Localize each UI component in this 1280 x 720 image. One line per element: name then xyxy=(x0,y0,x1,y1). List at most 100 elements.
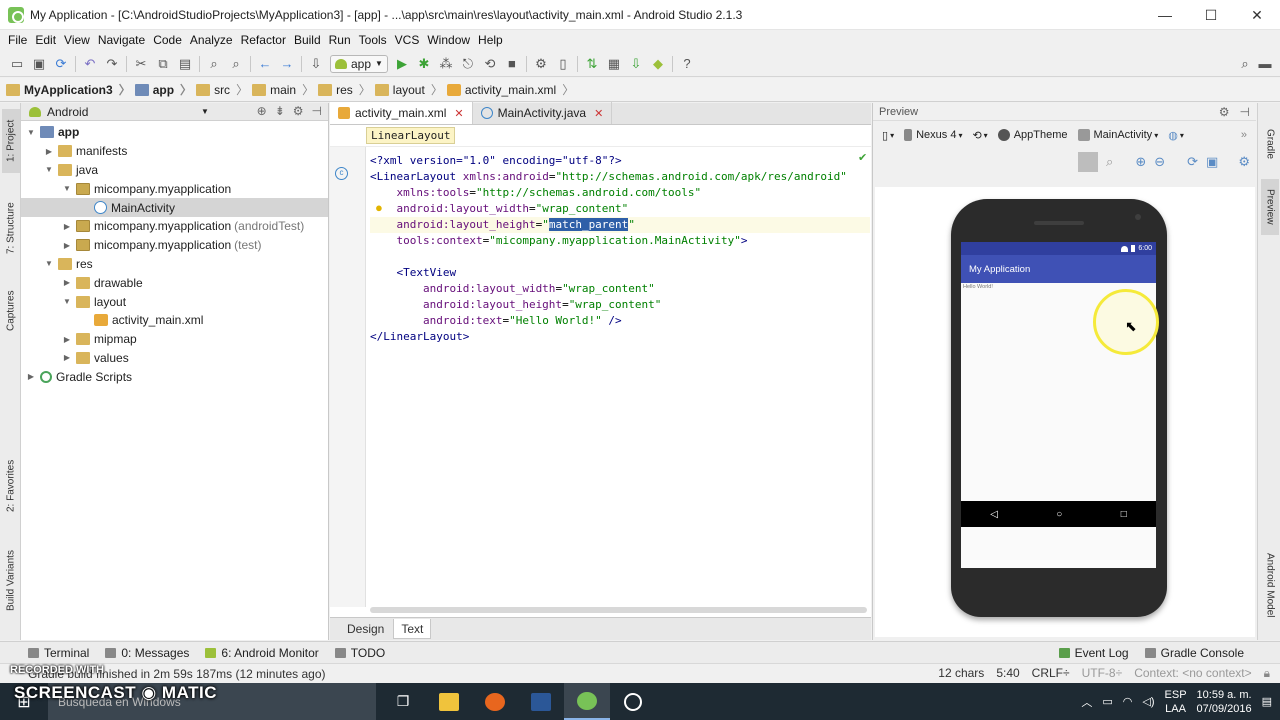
maximize-button[interactable]: ☐ xyxy=(1188,0,1234,30)
tree-item[interactable]: ▶ micompany.myapplication (androidTest) xyxy=(21,217,328,236)
class-gutter-icon[interactable]: c xyxy=(335,167,348,180)
tree-item[interactable]: ▶ manifests xyxy=(21,142,328,161)
run-icon[interactable]: ▶ xyxy=(391,54,413,74)
settings-icon[interactable]: ⚙ xyxy=(1238,154,1250,170)
android-model-tool-button[interactable]: Android Model xyxy=(1261,539,1279,631)
expand-icon[interactable]: ▬ xyxy=(1254,54,1276,74)
tree-item[interactable]: ▼ layout xyxy=(21,292,328,311)
menu-build[interactable]: Build xyxy=(290,33,325,47)
run-config-select[interactable]: app ▼ xyxy=(330,54,388,73)
structure-tool-button[interactable]: 7: Structure xyxy=(2,189,20,267)
todo-button[interactable]: TODO xyxy=(327,646,393,660)
menu-view[interactable]: View xyxy=(60,33,94,47)
stop-icon[interactable]: ■ xyxy=(501,54,523,74)
gradle-tool-button[interactable]: Gradle xyxy=(1261,121,1279,167)
tree-item[interactable]: ▼ app xyxy=(21,123,328,142)
context-indicator[interactable]: Context: <no context> xyxy=(1134,666,1251,681)
gear-icon[interactable]: ⚙ xyxy=(1219,105,1230,119)
tree-item[interactable]: ▼ java xyxy=(21,161,328,180)
build-variants-tool-button[interactable]: Build Variants xyxy=(2,541,20,621)
file-encoding[interactable]: UTF-8÷ xyxy=(1082,666,1123,681)
tree-item[interactable]: ▶ values xyxy=(21,349,328,368)
preview-tool-button[interactable]: Preview xyxy=(1261,179,1279,235)
cut-icon[interactable]: ✂ xyxy=(130,54,152,74)
rerun-icon[interactable]: ⟲ xyxy=(479,54,501,74)
zoom-fit-icon[interactable]: ⌕ xyxy=(1106,154,1113,170)
gradle-console-button[interactable]: Gradle Console xyxy=(1137,646,1280,660)
locale-selector[interactable]: ◍ ▾ xyxy=(1165,125,1187,145)
menu-code[interactable]: Code xyxy=(149,33,186,47)
menu-refactor[interactable]: Refactor xyxy=(237,33,290,47)
gradle-sync-icon[interactable]: ⇅ xyxy=(581,54,603,74)
windows-start-icon[interactable]: ⊞ xyxy=(0,683,48,720)
lock-icon[interactable]: 🔒︎ xyxy=(1264,666,1270,681)
toggle-preview-icon[interactable] xyxy=(1078,152,1099,172)
language-indicator[interactable]: ESP LAA xyxy=(1165,688,1187,716)
copy-icon[interactable]: ⧉ xyxy=(152,54,174,74)
attach-debugger-icon[interactable]: ⎋ xyxy=(457,54,479,74)
word-button[interactable] xyxy=(518,683,564,720)
collapsed-arrow-icon[interactable]: ▶ xyxy=(61,353,73,362)
collapsed-arrow-icon[interactable]: ▶ xyxy=(61,222,73,231)
tree-item[interactable]: ▶ Gradle Scripts xyxy=(21,367,328,386)
expanded-arrow-icon[interactable]: ▼ xyxy=(25,128,37,137)
orientation-selector[interactable]: ⟲ ▾ xyxy=(969,125,990,145)
taskbar-search[interactable]: Búsqueda en Windows xyxy=(48,683,376,720)
sdk-manager-icon[interactable]: ⇩ xyxy=(625,54,647,74)
close-button[interactable]: ✕ xyxy=(1234,0,1280,30)
captures-tool-button[interactable]: Captures xyxy=(2,281,20,341)
tree-item[interactable]: MainActivity xyxy=(21,198,328,217)
minimize-button[interactable]: — xyxy=(1142,0,1188,30)
tree-item[interactable]: activity_main.xml xyxy=(21,311,328,330)
breadcrumb-app[interactable]: app 〉 xyxy=(134,81,196,98)
event-log-button[interactable]: Event Log xyxy=(1051,646,1137,660)
make-project-icon[interactable]: ⇩ xyxy=(305,54,327,74)
collapsed-arrow-icon[interactable]: ▶ xyxy=(61,241,73,250)
menu-analyze[interactable]: Analyze xyxy=(186,33,237,47)
more-options-icon[interactable]: » xyxy=(1238,125,1250,145)
menu-run[interactable]: Run xyxy=(325,33,355,47)
tree-item[interactable]: ▶ micompany.myapplication (test) xyxy=(21,236,328,255)
replace-icon[interactable]: ⌕ xyxy=(225,54,247,74)
file-explorer-button[interactable] xyxy=(426,683,472,720)
device-selector[interactable]: Nexus 4 ▾ xyxy=(901,125,965,145)
device-icon[interactable]: ▯ xyxy=(552,54,574,74)
breadcrumb-project[interactable]: MyApplication3 〉 xyxy=(6,81,135,98)
open-folder-icon[interactable]: ▭ xyxy=(6,54,28,74)
back-icon[interactable]: ← xyxy=(254,54,276,74)
network-icon[interactable]: ▭ xyxy=(1102,695,1112,708)
theme-selector[interactable]: AppTheme xyxy=(995,125,1071,145)
debug-icon[interactable]: ✱ xyxy=(413,54,435,74)
firefox-button[interactable] xyxy=(472,683,518,720)
tree-item[interactable]: ▼ micompany.myapplication xyxy=(21,179,328,198)
collapsed-arrow-icon[interactable]: ▶ xyxy=(25,372,37,381)
messages-button[interactable]: 0: Messages xyxy=(97,646,197,660)
breadcrumb-main[interactable]: main 〉 xyxy=(252,81,318,98)
tab-main-activity[interactable]: MainActivity.java ✕ xyxy=(473,102,613,124)
undo-icon[interactable]: ↶ xyxy=(79,54,101,74)
refresh-icon[interactable]: ⟳ xyxy=(1187,154,1198,170)
breadcrumb-file[interactable]: activity_main.xml 〉 xyxy=(446,81,578,98)
favorites-tool-button[interactable]: 2: Favorites xyxy=(2,451,20,521)
hide-panel-icon[interactable]: ⊣ xyxy=(312,104,322,118)
menu-file[interactable]: File xyxy=(4,33,31,47)
paste-icon[interactable]: ▤ xyxy=(174,54,196,74)
code-area[interactable]: <?xml version="1.0" encoding="utf-8"?> <L… xyxy=(370,153,870,345)
project-structure-icon[interactable]: ⚙ xyxy=(530,54,552,74)
tree-item[interactable]: ▶ drawable xyxy=(21,273,328,292)
project-view-selector[interactable]: Android ▼ ⊕ ⇟ ⚙ ⊣ xyxy=(21,103,328,121)
expanded-arrow-icon[interactable]: ▼ xyxy=(43,165,55,174)
zoom-in-icon[interactable]: ⊕ xyxy=(1135,154,1146,170)
avd-manager-icon[interactable]: ▦ xyxy=(603,54,625,74)
close-tab-icon[interactable]: ✕ xyxy=(454,107,463,120)
help-icon[interactable]: ? xyxy=(676,54,698,74)
coverage-icon[interactable]: ⁂ xyxy=(435,54,457,74)
configuration-selector[interactable]: ▯ ▾ xyxy=(879,125,897,145)
menu-window[interactable]: Window xyxy=(423,33,474,47)
android-studio-taskbar-button[interactable] xyxy=(564,683,610,720)
find-icon[interactable]: ⌕ xyxy=(203,54,225,74)
breadcrumb-src[interactable]: src 〉 xyxy=(196,81,252,98)
menu-tools[interactable]: Tools xyxy=(355,33,391,47)
screenshot-icon[interactable]: ▣ xyxy=(1206,154,1218,170)
line-separator[interactable]: CRLF÷ xyxy=(1032,666,1070,681)
